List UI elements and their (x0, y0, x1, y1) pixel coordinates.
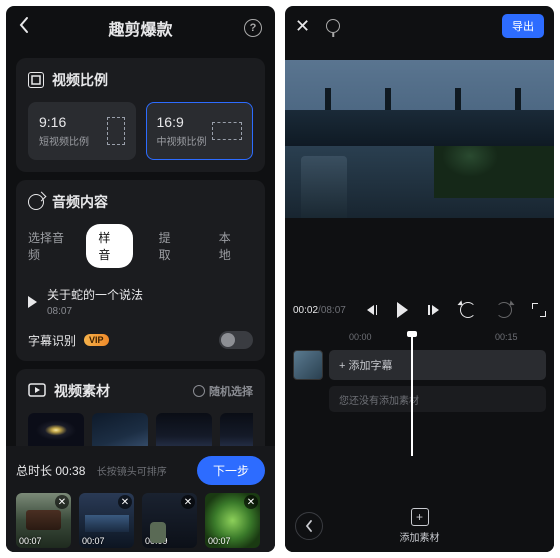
clip-thumb[interactable]: ✕ 00:07 (205, 493, 260, 548)
ratio-label: 中视频比例 (157, 133, 207, 148)
aspect-ratio-title: 视频比例 (52, 70, 108, 90)
back-button[interactable] (18, 6, 30, 50)
time-display: 00:02/08:07 (293, 305, 346, 316)
total-duration-value: 00:38 (55, 464, 85, 478)
clip-duration: 00:09 (145, 536, 168, 546)
close-button[interactable]: ✕ (295, 16, 310, 37)
next-frame-button[interactable] (428, 305, 439, 315)
clip-duration: 00:07 (19, 536, 42, 546)
export-button[interactable]: 导出 (502, 14, 544, 38)
subtitle-switch[interactable] (219, 331, 253, 349)
total-time: 08:07 (321, 305, 346, 316)
bottom-back-button[interactable] (295, 512, 323, 540)
time-ruler[interactable]: 00:00 00:15 (285, 332, 554, 346)
prev-frame-button[interactable] (367, 305, 378, 315)
timeline-clip-thumb[interactable] (293, 350, 323, 380)
prev-icon (367, 305, 374, 315)
editor-header: ✕ 导出 (285, 6, 554, 46)
audio-icon (28, 194, 44, 210)
audio-tab-extract[interactable]: 提取 (147, 224, 193, 268)
fullscreen-button[interactable] (532, 303, 546, 317)
redo-button[interactable] (496, 302, 512, 318)
material-track[interactable]: 您还没有添加素材 (329, 386, 546, 412)
audio-title: 音频内容 (52, 192, 108, 212)
clip-duration: 00:07 (82, 536, 105, 546)
playhead[interactable] (411, 336, 413, 456)
timeline[interactable]: + 添加字幕 您还没有添加素材 (285, 346, 554, 436)
chevron-left-icon (18, 16, 30, 40)
empty-material-label: 您还没有添加素材 (339, 392, 419, 407)
subtitle-recognition-row: 字幕识别 VIP (28, 327, 253, 349)
radio-icon (193, 385, 205, 397)
help-button[interactable]: ? (243, 6, 263, 50)
clip-thumb[interactable]: ✕ 00:07 (16, 493, 71, 548)
materials-title: 视频素材 (54, 381, 110, 401)
random-label: 随机选择 (209, 383, 253, 399)
editor-bottom-bar: + 添加素材 (285, 500, 554, 552)
playback-controls: 00:02/08:07 (285, 288, 554, 332)
track-duration: 08:07 (47, 306, 143, 317)
tips-button[interactable] (326, 19, 340, 33)
video-preview[interactable] (285, 60, 554, 218)
ratio-value: 16:9 (157, 114, 207, 130)
random-select[interactable]: 随机选择 (193, 383, 253, 399)
ruler-mark: 00:00 (349, 332, 372, 342)
clip-duration: 00:07 (208, 536, 231, 546)
audio-card: 音频内容 选择音频 样音 提取 本地 关于蛇的一个说法 08:07 字幕识别 V… (16, 180, 265, 361)
ratio-option-9-16[interactable]: 9:16 短视频比例 (28, 102, 136, 160)
reorder-hint: 长按镜头可排序 (97, 467, 167, 478)
play-icon (28, 296, 37, 308)
play-button[interactable] (397, 302, 408, 318)
play-rect-icon (28, 383, 46, 400)
ratio-shape-icon (107, 117, 125, 145)
audio-tab-local[interactable]: 本地 (207, 224, 253, 268)
add-material-button[interactable]: + 添加素材 (333, 508, 506, 544)
remove-clip-button[interactable]: ✕ (118, 495, 132, 509)
current-time: 00:02 (293, 305, 318, 316)
aspect-ratio-card: 视频比例 9:16 短视频比例 16:9 中视频比例 (16, 58, 265, 172)
page-title: 趣剪爆款 (108, 16, 172, 40)
add-material-label: 添加素材 (400, 529, 440, 544)
remove-clip-button[interactable]: ✕ (181, 495, 195, 509)
track-name: 关于蛇的一个说法 (47, 286, 143, 303)
ratio-option-16-9[interactable]: 16:9 中视频比例 (146, 102, 254, 160)
ratio-value: 9:16 (39, 114, 89, 130)
add-subtitle-label: + 添加字幕 (339, 357, 392, 373)
subtitle-recog-label: 字幕识别 (28, 332, 76, 349)
right-editor-screen: ✕ 导出 00:02/08:07 (285, 6, 554, 552)
help-icon: ? (244, 19, 262, 37)
remove-clip-button[interactable]: ✕ (55, 495, 69, 509)
subtitle-track[interactable]: + 添加字幕 (329, 350, 546, 380)
next-icon (432, 305, 439, 315)
total-duration-label: 总时长 (16, 464, 52, 478)
aspect-ratio-icon (28, 72, 44, 88)
ruler-mark: 00:15 (495, 332, 518, 342)
ratio-shape-icon (212, 122, 242, 140)
remove-clip-button[interactable]: ✕ (244, 495, 258, 509)
add-material-icon: + (411, 508, 429, 526)
clip-thumb[interactable]: ✕ 00:07 (79, 493, 134, 548)
audio-source-tabs: 选择音频 样音 提取 本地 (28, 224, 253, 268)
left-app-screen: 趣剪爆款 ? 视频比例 9:16 短视频比例 16:9 中视频比例 (6, 6, 275, 552)
choose-audio-label: 选择音频 (28, 229, 72, 263)
selected-clips-tray: 总时长 00:38 长按镜头可排序 下一步 ✕ 00:07 ✕ 00:07 ✕ … (6, 446, 275, 552)
clip-thumb[interactable]: ✕ 00:09 (142, 493, 197, 548)
audio-tab-sample[interactable]: 样音 (86, 224, 132, 268)
undo-button[interactable] (460, 302, 476, 318)
audio-track-row[interactable]: 关于蛇的一个说法 08:07 (28, 280, 253, 327)
ratio-label: 短视频比例 (39, 133, 89, 148)
next-button[interactable]: 下一步 (197, 456, 265, 485)
vip-badge: VIP (84, 334, 109, 346)
header: 趣剪爆款 ? (6, 6, 275, 50)
